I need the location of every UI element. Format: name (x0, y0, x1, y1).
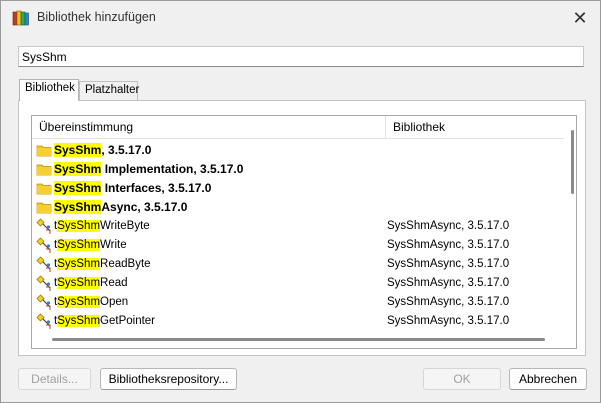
library-books-icon (12, 9, 30, 27)
item-name: tSysShmRead (54, 274, 128, 293)
list-item[interactable]: tSysShmRead SysShmAsync, 3.5.17.0 (32, 274, 564, 293)
ok-button[interactable]: OK (423, 368, 501, 390)
search-match-highlight: SysShm (54, 162, 102, 176)
item-name-suffix: GetPointer (100, 315, 156, 327)
item-library: SysShmAsync, 3.5.17.0 (387, 220, 510, 232)
function-block-icon (36, 294, 52, 310)
item-name-suffix: Interfaces, 3.5.17.0 (101, 181, 212, 195)
horizontal-scrollbar[interactable] (52, 338, 545, 341)
item-name-suffix: ReadByte (100, 258, 151, 270)
folder-icon (36, 142, 52, 158)
item-name: SysShm Implementation, 3.5.17.0 (54, 160, 243, 179)
search-match-highlight: SysShm (57, 239, 101, 251)
item-name: tSysShmOpen (54, 293, 128, 312)
folder-icon (36, 161, 52, 177)
search-match-highlight: SysShm (54, 181, 102, 195)
search-match-highlight: SysShm (57, 315, 101, 327)
search-input[interactable] (18, 46, 584, 67)
item-name-suffix: WriteByte (100, 220, 150, 232)
list-item[interactable]: tSysShmWriteByte SysShmAsync, 3.5.17.0 (32, 217, 564, 236)
window-title: Bibliothek hinzufügen (37, 10, 156, 24)
tab-bibliothek[interactable]: Bibliothek (19, 79, 79, 101)
column-header-library[interactable]: Bibliothek (386, 116, 563, 138)
function-block-icon (36, 218, 52, 234)
folder-icon (36, 199, 52, 215)
function-block-icon (36, 256, 52, 272)
list-item[interactable]: SysShmAsync, 3.5.17.0 (32, 198, 564, 217)
close-button[interactable]: ✕ (566, 5, 594, 31)
item-name-suffix: Read (100, 277, 128, 289)
item-name: tSysShmReadByte (54, 255, 151, 274)
function-block-icon (36, 237, 52, 253)
list-item[interactable]: SysShm, 3.5.17.0 (32, 141, 564, 160)
column-header-match[interactable]: Übereinstimmung (32, 116, 386, 138)
item-name: tSysShmGetPointer (54, 312, 155, 331)
item-name: SysShm Interfaces, 3.5.17.0 (54, 179, 211, 198)
item-name-suffix: Async, 3.5.17.0 (101, 200, 188, 214)
function-block-icon (36, 275, 52, 291)
search-match-highlight: SysShm (57, 296, 101, 308)
item-library: SysShmAsync, 3.5.17.0 (387, 277, 510, 289)
search-match-highlight: SysShm (57, 277, 101, 289)
item-library: SysShmAsync, 3.5.17.0 (387, 296, 510, 308)
library-repository-button[interactable]: Bibliotheksrepository... (100, 368, 237, 390)
list-item[interactable]: tSysShmGetPointer SysShmAsync, 3.5.17.0 (32, 312, 564, 331)
item-name-suffix: Implementation, 3.5.17.0 (101, 162, 244, 176)
item-name-suffix: , 3.5.17.0 (101, 143, 152, 157)
item-name: tSysShmWrite (54, 236, 127, 255)
list-item[interactable]: SysShm Implementation, 3.5.17.0 (32, 160, 564, 179)
title-bar: Bibliothek hinzufügen ✕ (1, 1, 600, 35)
cancel-button[interactable]: Abbrechen (509, 368, 587, 390)
list-header: Übereinstimmung Bibliothek (32, 116, 564, 139)
item-name-suffix: Open (100, 296, 129, 308)
search-match-highlight: SysShm (54, 143, 102, 157)
tab-panel: Übereinstimmung Bibliothek SysShm, 3.5.1… (18, 100, 586, 356)
list-item[interactable]: SysShm Interfaces, 3.5.17.0 (32, 179, 564, 198)
list-item[interactable]: tSysShmOpen SysShmAsync, 3.5.17.0 (32, 293, 564, 312)
add-library-dialog: Bibliothek hinzufügen ✕ Bibliothek Platz… (0, 0, 601, 403)
function-block-icon (36, 313, 52, 329)
search-match-highlight: SysShm (54, 200, 102, 214)
item-name: tSysShmWriteByte (54, 217, 150, 236)
close-icon: ✕ (572, 8, 588, 28)
folder-icon (36, 180, 52, 196)
search-match-highlight: SysShm (57, 220, 101, 232)
tab-platzhalter[interactable]: Platzhalter (79, 81, 139, 101)
item-name: SysShm, 3.5.17.0 (54, 141, 151, 160)
details-button[interactable]: Details... (18, 368, 91, 390)
item-library: SysShmAsync, 3.5.17.0 (387, 239, 510, 251)
vertical-scrollbar[interactable] (571, 130, 574, 194)
list-item[interactable]: tSysShmWrite SysShmAsync, 3.5.17.0 (32, 236, 564, 255)
item-library: SysShmAsync, 3.5.17.0 (387, 258, 510, 270)
results-list[interactable]: Übereinstimmung Bibliothek SysShm, 3.5.1… (31, 115, 577, 349)
item-name: SysShmAsync, 3.5.17.0 (54, 198, 187, 217)
item-name-suffix: Write (100, 239, 127, 251)
list-item[interactable]: tSysShmReadByte SysShmAsync, 3.5.17.0 (32, 255, 564, 274)
item-library: SysShmAsync, 3.5.17.0 (387, 315, 510, 327)
search-match-highlight: SysShm (57, 258, 101, 270)
